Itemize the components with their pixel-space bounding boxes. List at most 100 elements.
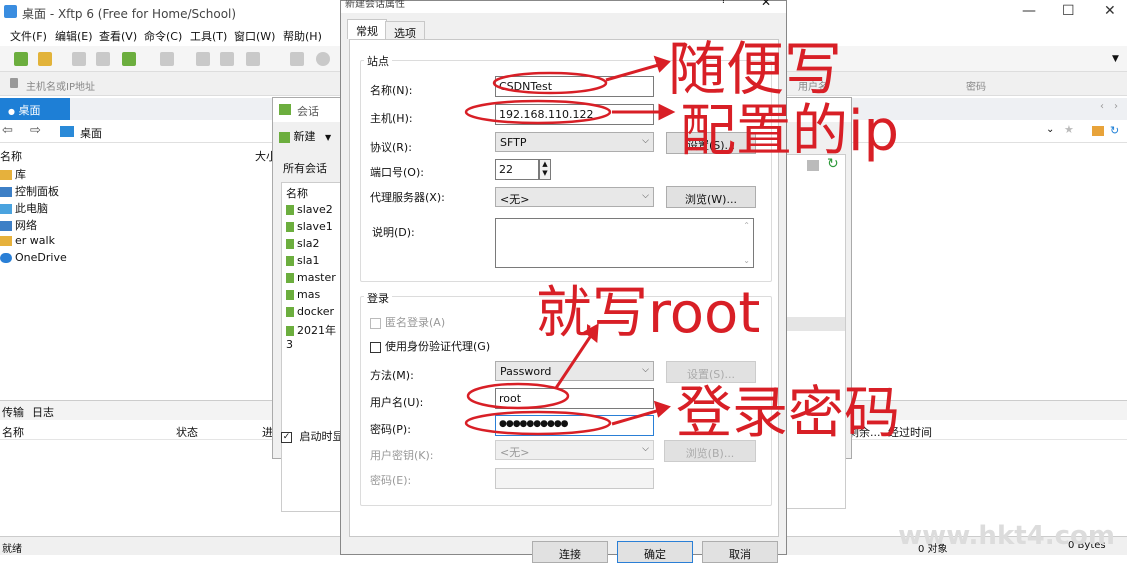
library-icon (0, 170, 12, 180)
list-item[interactable]: docker (286, 305, 334, 318)
scroll-up-icon[interactable]: ⌃ (743, 221, 750, 230)
list-item[interactable]: 库 (0, 166, 26, 182)
dropdown-icon: ▼ (325, 133, 332, 142)
menu-edit[interactable]: 编辑(E) (55, 28, 93, 44)
back-icon[interactable]: ⇦ (2, 123, 13, 138)
annotation-user: 就写root (536, 281, 761, 346)
description-label: 说明(D): (372, 226, 415, 239)
tab-label: 桌面 (18, 104, 41, 117)
path-label[interactable]: 桌面 (80, 125, 102, 141)
list-item[interactable]: slave2 (286, 203, 333, 216)
connect-button[interactable]: 连接 (532, 541, 608, 563)
star-icon[interactable]: ★ (1064, 123, 1074, 136)
new-session-icon[interactable] (14, 52, 28, 66)
copy-icon[interactable] (196, 52, 210, 66)
user-key-select[interactable]: <无> ⌵ (495, 440, 654, 460)
tab-transfer[interactable]: 传输 (2, 404, 24, 420)
close-button[interactable]: ✕ (1104, 3, 1116, 19)
menu-tools[interactable]: 工具(T) (190, 28, 227, 44)
list-item[interactable]: 此电脑 (0, 200, 48, 216)
protocol-select[interactable]: SFTP ⌵ (495, 132, 654, 152)
session-item-icon (286, 273, 294, 283)
cancel-button[interactable]: 取消 (702, 541, 778, 563)
minimize-button[interactable]: — (1022, 3, 1036, 19)
anonymous-checkbox[interactable]: 匿名登录(A) (370, 314, 445, 330)
col-name[interactable]: 名称 (2, 424, 24, 440)
session-list: 名称 slave2 slave1 sla2 sla1 master mas do… (281, 182, 343, 512)
tab-options[interactable]: 选项 (385, 21, 425, 40)
col-status[interactable]: 状态 (176, 424, 198, 440)
list-item[interactable]: 2021年3 (286, 322, 342, 351)
list-item[interactable]: sla2 (286, 237, 320, 250)
list-item[interactable]: mas (286, 288, 320, 301)
scroll-right-icon[interactable]: › (1114, 101, 1118, 112)
list-item[interactable]: slave1 (286, 220, 333, 233)
tab-dot-icon: ● (8, 107, 15, 116)
dialog-close-icon[interactable]: ✕ (761, 0, 771, 9)
method-label: 方法(M): (370, 369, 414, 382)
menu-help[interactable]: 帮助(H) (283, 28, 322, 44)
port-label: 端口号(O): (370, 166, 424, 179)
link-icon[interactable] (72, 52, 86, 66)
transfer-icon[interactable] (160, 52, 174, 66)
user-key-label: 用户密钥(K): (370, 449, 434, 462)
toolbar-overflow-icon[interactable]: ▼ (1112, 54, 1119, 64)
list-item[interactable]: master (286, 271, 336, 284)
scroll-down-icon[interactable]: ⌄ (743, 256, 750, 265)
new-session-button[interactable]: 新建 ▼ (279, 128, 331, 144)
settings-icon[interactable] (290, 52, 304, 66)
port-field[interactable]: 22 (495, 159, 539, 180)
scroll-left-icon[interactable]: ‹ (1100, 101, 1104, 112)
tab-desktop[interactable]: ● 桌面 × (0, 98, 70, 131)
menu-view[interactable]: 查看(V) (99, 28, 137, 44)
refresh-path-icon[interactable]: ↻ (1110, 124, 1119, 137)
annotation-password: 登录密码 (676, 381, 900, 446)
method-select[interactable]: Password ⌵ (495, 361, 654, 381)
session-item-icon (286, 222, 294, 232)
unlink-icon[interactable] (96, 52, 110, 66)
auth-agent-checkbox[interactable]: 使用身份验证代理(G) (370, 338, 490, 354)
passphrase-label: 密码(E): (370, 474, 412, 487)
list-item[interactable]: OneDrive (0, 251, 67, 264)
proxy-browse-button[interactable]: 浏览(W)... (666, 186, 756, 208)
username-field[interactable]: root (495, 388, 654, 409)
checkbox-checked-icon: ✓ (281, 431, 292, 443)
menu-command[interactable]: 命令(C) (144, 28, 182, 44)
port-stepper[interactable]: ▲ ▼ (539, 159, 551, 180)
host-address-input[interactable]: 主机名或IP地址 (26, 78, 95, 93)
globe-icon[interactable] (316, 52, 330, 66)
forward-icon[interactable]: ⇨ (30, 123, 41, 138)
paste-icon[interactable] (220, 52, 234, 66)
proxy-label: 代理服务器(X): (370, 191, 445, 204)
maximize-button[interactable]: ☐ (1062, 3, 1075, 19)
refresh-icon[interactable] (246, 52, 260, 66)
list-item[interactable]: 网络 (0, 217, 37, 233)
list-item[interactable]: er walk (0, 234, 55, 247)
session-icon (279, 104, 291, 115)
session-item-icon (286, 256, 294, 266)
properties-icon[interactable] (122, 52, 136, 66)
tab-general[interactable]: 常规 (347, 19, 387, 39)
menu-window[interactable]: 窗口(W) (234, 28, 275, 44)
list-item[interactable]: sla1 (286, 254, 320, 267)
help-icon[interactable]: ? (721, 0, 726, 6)
ok-button[interactable]: 确定 (617, 541, 693, 563)
proxy-select[interactable]: <无> ⌵ (495, 187, 654, 207)
host-field[interactable]: 192.168.110.122 (495, 104, 654, 125)
name-field[interactable]: CSDNTest (495, 76, 654, 97)
home-folder-icon[interactable] (1092, 126, 1104, 136)
open-folder-icon[interactable] (38, 52, 52, 66)
col-name-header[interactable]: 名称 (0, 148, 22, 164)
list-item[interactable]: 控制面板 (0, 183, 59, 199)
description-textarea[interactable]: ⌃ ⌄ (495, 218, 754, 268)
annotation-host: 配置的ip (680, 99, 900, 164)
session-item-icon (286, 290, 294, 300)
tab-log[interactable]: 日志 (32, 404, 54, 420)
session-col-name[interactable]: 名称 (286, 185, 308, 201)
menu-file[interactable]: 文件(F) (10, 28, 47, 44)
password-field[interactable]: 密码 (966, 78, 986, 93)
computer-icon (0, 204, 12, 214)
password-field[interactable]: ●●●●●●●●●● (495, 415, 654, 436)
path-dropdown-icon[interactable]: ⌄ (1046, 124, 1054, 135)
passphrase-field[interactable] (495, 468, 654, 489)
